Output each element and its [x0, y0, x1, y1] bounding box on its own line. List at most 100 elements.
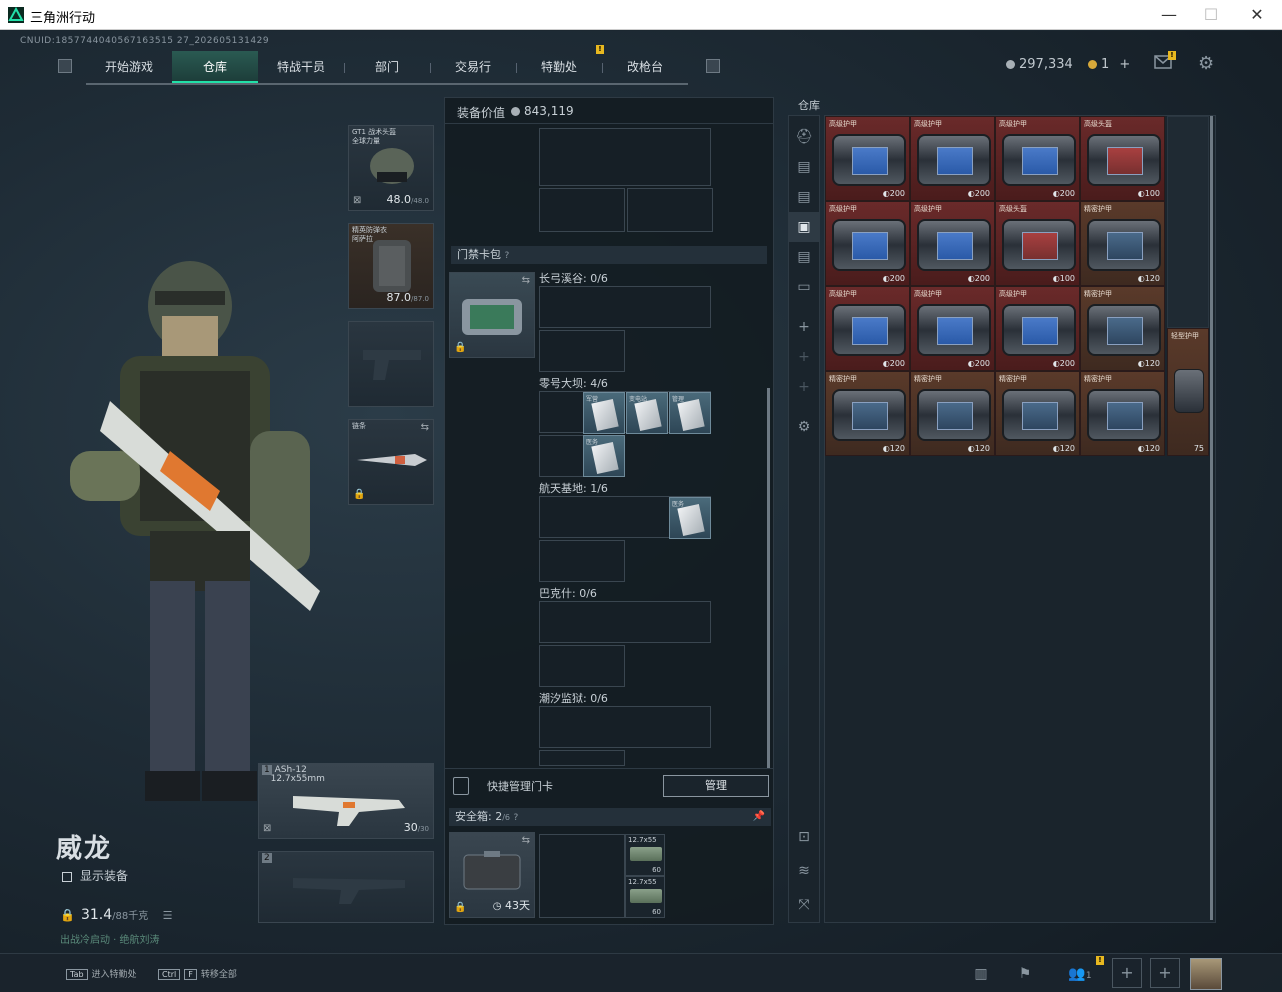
keycard-scrollbar[interactable] [767, 388, 770, 768]
warehouse-item[interactable]: 高级头盔 ◐100 [1080, 116, 1165, 201]
warehouse-item[interactable]: 精密护甲 ◐120 [995, 371, 1080, 456]
storage-tab-icon[interactable]: ▤ [789, 152, 819, 182]
tab-hint[interactable]: Tab 进入特勤处 [66, 967, 137, 980]
storage-tab-icon[interactable]: ▭ [789, 272, 819, 302]
ammo-item[interactable]: 12.7x55 60 [625, 876, 665, 918]
warehouse-item[interactable]: 精密护甲 ◐120 [1080, 371, 1165, 456]
item-durability: ◐200 [882, 274, 905, 283]
storage-tab-active-icon[interactable]: ▣ [789, 212, 819, 242]
warehouse-grid[interactable]: 轻型护甲 75 高级护甲 ◐200 高级护甲 ◐200 高级护甲 ◐200 高级头盔 ◐100… [824, 115, 1216, 923]
tab-warehouse[interactable]: 仓库 [172, 51, 258, 83]
pistol-slot-empty[interactable] [348, 321, 434, 407]
warehouse-item[interactable]: 高级护甲 ◐200 [910, 201, 995, 286]
warehouse-item[interactable]: 高级护甲 ◐200 [995, 286, 1080, 371]
settings-gear-icon[interactable]: ⚙ [789, 412, 819, 442]
add-tab-icon[interactable]: + [789, 312, 819, 342]
invite-slot-button[interactable]: + [1150, 958, 1180, 988]
nav-next-key-icon[interactable] [706, 59, 720, 73]
tab-operators[interactable]: 特战干员 [258, 51, 345, 83]
warehouse-item[interactable]: 高级护甲 ◐200 [910, 116, 995, 201]
primary-weapon-slot[interactable]: 1 ASh-12 12.7x55mm ⊠ 30/30 [258, 763, 434, 839]
mail-icon[interactable]: ! [1154, 51, 1176, 73]
add-currency-button[interactable]: + [1119, 57, 1130, 72]
keycard-case[interactable]: ⇆ 🔒 [449, 272, 535, 358]
item-durability: ◐200 [1052, 189, 1075, 198]
nav-prev-key-icon[interactable] [58, 59, 72, 73]
warehouse-item[interactable]: 精密护甲 ◐120 [910, 371, 995, 456]
ammo-item[interactable]: 12.7x55 60 [625, 834, 665, 876]
safe-box-grid[interactable] [539, 834, 625, 918]
ctrl-f-hint[interactable]: Ctrl F 转移全部 [158, 967, 237, 980]
stats-icon[interactable]: ▥ [966, 960, 996, 988]
keycard-grid[interactable] [539, 286, 711, 328]
equipment-panel: 装备价值 843,119 门禁卡包 ? ⇆ 🔒 长弓溪谷: 0/6 零号大坝: … [444, 97, 774, 925]
keycard-grid[interactable] [539, 706, 711, 748]
keycard-item[interactable]: 医务 [669, 497, 711, 539]
tab-start-game[interactable]: 开始游戏 [86, 51, 173, 83]
keycard-item[interactable]: 军营 [583, 392, 625, 434]
warehouse-scrollbar[interactable] [1210, 116, 1213, 920]
warehouse-item[interactable]: 轻型护甲 75 [1167, 328, 1209, 456]
warehouse-item[interactable]: 高级护甲 ◐200 [825, 201, 910, 286]
minimize-button[interactable]: — [1146, 0, 1192, 30]
show-equipment-toggle[interactable]: 显示装备 [62, 867, 128, 884]
friends-icon[interactable]: 👥1 [1060, 960, 1100, 988]
add-tab-icon[interactable]: + [789, 342, 819, 372]
tab-gunsmith[interactable]: 改枪台 [602, 51, 688, 83]
layers-icon[interactable]: ≋ [789, 856, 819, 886]
keycard-grid[interactable] [539, 601, 711, 643]
storage-tab-icon[interactable]: ▤ [789, 182, 819, 212]
zone-label: 潮汐监狱: 0/6 [539, 692, 608, 705]
swap-icon[interactable]: ⇆ [421, 422, 429, 433]
warehouse-item[interactable]: 高级头盔 ◐100 [995, 201, 1080, 286]
safe-box-slot[interactable]: ⇆ 🔒 ◷ 43天 [449, 832, 535, 918]
helmet-filter-icon[interactable]: ⛑ [789, 122, 819, 152]
gold-currency[interactable]: 1 + [1088, 57, 1130, 72]
warehouse-empty-area[interactable] [825, 458, 1209, 918]
tidy-icon[interactable]: ⤧ [789, 890, 819, 920]
warehouse-item[interactable]: 高级护甲 ◐200 [825, 286, 910, 371]
manage-button[interactable]: 管理 [663, 775, 769, 797]
warehouse-item[interactable]: 高级护甲 ◐200 [825, 116, 910, 201]
melee-slot[interactable]: 链条 ⇆ 🔒 [348, 419, 434, 505]
add-tab-icon[interactable]: + [789, 372, 819, 402]
secondary-weapon-slot[interactable]: 2 [258, 851, 434, 923]
keycard-grid[interactable] [539, 645, 625, 687]
sort-icon[interactable]: ⊡ [789, 822, 819, 852]
warehouse-item[interactable]: 高级护甲 ◐200 [995, 116, 1080, 201]
storage-tab-icon[interactable]: ▤ [789, 242, 819, 272]
pin-icon[interactable]: 📌 [753, 808, 765, 826]
list-icon[interactable]: ☰ [163, 909, 173, 922]
warehouse-item[interactable]: 精密护甲 ◐120 [1080, 201, 1165, 286]
keycard-grid[interactable] [539, 750, 625, 766]
container-grid[interactable] [627, 188, 713, 232]
container-grid[interactable] [539, 188, 625, 232]
flag-icon[interactable]: ⚑ [1010, 960, 1040, 988]
tab-special-ops[interactable]: 特勤处 ! [516, 45, 604, 83]
tab-trading[interactable]: 交易行 [430, 51, 517, 83]
zone-label: 长弓溪谷: 0/6 [539, 272, 608, 285]
keycard-item[interactable]: 管理 [669, 392, 711, 434]
warehouse-item[interactable]: 高级护甲 ◐200 [910, 286, 995, 371]
armor-slot[interactable]: 精英防弹衣 阿萨拉 87.0/87.0 [348, 223, 434, 309]
checkbox[interactable] [62, 871, 72, 882]
keycard-grid[interactable] [539, 330, 625, 372]
close-button[interactable]: ✕ [1234, 0, 1280, 30]
swap-icon[interactable]: ⇆ [522, 275, 530, 286]
warehouse-empty-cell[interactable] [1167, 116, 1209, 328]
invite-slot-button[interactable]: + [1112, 958, 1142, 988]
maximize-button[interactable]: ☐ [1188, 0, 1234, 30]
keycard-item[interactable]: 变电站 [626, 392, 668, 434]
bottom-bar: Tab 进入特勤处 Ctrl F 转移全部 ▥ ⚑ 👥1 ! + + [0, 953, 1282, 992]
keycard-grid[interactable] [539, 540, 625, 582]
swap-icon[interactable]: ⇆ [522, 835, 530, 846]
helmet-slot[interactable]: GT1 战术头盔 全球力量 ⊠ 48.0/48.0 [348, 125, 434, 211]
player-avatar[interactable] [1190, 958, 1222, 990]
warehouse-item[interactable]: 精密护甲 ◐120 [825, 371, 910, 456]
tab-department[interactable]: 部门 [344, 51, 431, 83]
item-name: 高级护甲 [999, 120, 1027, 128]
container-grid[interactable] [539, 128, 711, 186]
settings-gear-icon[interactable]: ⚙ [1198, 53, 1214, 74]
keycard-item[interactable]: 医务 [583, 435, 625, 477]
warehouse-item[interactable]: 精密护甲 ◐120 [1080, 286, 1165, 371]
